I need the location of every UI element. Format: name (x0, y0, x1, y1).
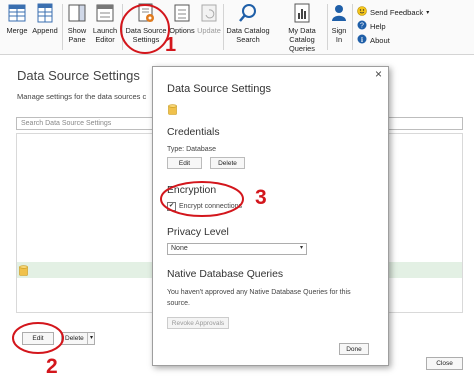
info-icon: i (357, 34, 367, 46)
native-queries-heading: Native Database Queries (167, 269, 284, 280)
revoke-approvals-button[interactable]: Revoke Approvals (167, 317, 229, 329)
native-queries-text-1: You haven't approved any Native Database… (167, 289, 351, 296)
privacy-level-heading: Privacy Level (167, 227, 229, 238)
annotation-circle-3 (160, 181, 244, 217)
chevron-down-icon[interactable]: ▾ (86, 333, 93, 344)
update-button[interactable]: Update (197, 2, 221, 35)
dialog-title: Data Source Settings (167, 83, 271, 95)
append-icon (35, 2, 55, 24)
close-icon[interactable]: × (375, 67, 382, 81)
annotation-number-3: 3 (255, 186, 267, 209)
delete-button[interactable]: Delete ▾ (61, 332, 95, 345)
ribbon-separator (352, 4, 353, 50)
svg-text:?: ? (360, 23, 364, 30)
database-icon (168, 103, 177, 121)
chevron-down-icon: ▾ (426, 9, 430, 16)
my-data-catalog-queries-label-2: Catalog Queries (289, 35, 315, 53)
credential-type-text: Type: Database (167, 146, 217, 153)
options-icon (173, 2, 191, 24)
about-button[interactable]: i About (357, 34, 390, 46)
help-label: Help (370, 21, 386, 31)
done-button[interactable]: Done (339, 343, 369, 355)
merge-label: Merge (6, 26, 28, 35)
send-feedback-button[interactable]: Send Feedback ▾ (357, 6, 429, 18)
merge-button[interactable]: Merge (5, 2, 29, 35)
about-label: About (370, 35, 390, 45)
delete-button-label: Delete (65, 335, 84, 342)
annotation-number-2: 2 (46, 355, 58, 378)
annotation-number-1: 1 (165, 34, 177, 56)
background-description: Manage settings for the data sources c (17, 92, 147, 101)
send-feedback-label: Send Feedback (370, 7, 424, 17)
update-icon (200, 2, 218, 24)
privacy-level-select[interactable]: None ▾ (167, 243, 307, 255)
launch-editor-button[interactable]: Launch Editor (91, 2, 119, 44)
background-page-title: Data Source Settings (17, 68, 140, 83)
credentials-edit-button[interactable]: Edit (167, 157, 202, 169)
ribbon-separator (327, 4, 328, 50)
database-icon (19, 264, 28, 282)
show-pane-label-2: Pane (68, 35, 86, 44)
native-queries-text-2: source. (167, 300, 190, 307)
chevron-down-icon: ▾ (299, 245, 303, 251)
append-button[interactable]: Append (31, 2, 59, 35)
help-button[interactable]: ? Help (357, 20, 386, 32)
sign-in-button[interactable]: Sign In (329, 2, 349, 44)
data-catalog-search-label-1: Data Catalog (226, 26, 270, 35)
update-label: Update (197, 26, 221, 35)
launch-editor-label-1: Launch (92, 26, 118, 35)
credentials-heading: Credentials (167, 127, 220, 138)
close-button[interactable]: Close (426, 357, 463, 370)
append-label: Append (32, 26, 58, 35)
credentials-delete-button[interactable]: Delete (210, 157, 245, 169)
ribbon-separator (62, 4, 63, 50)
privacy-level-value: None (171, 245, 188, 252)
show-pane-label-1: Show (67, 26, 87, 35)
data-catalog-search-label-2: Search (236, 35, 260, 44)
ribbon-separator (223, 4, 224, 50)
ribbon: Merge Append Show Pane Launch Editor Dat… (0, 0, 474, 55)
show-pane-button[interactable]: Show Pane (66, 2, 88, 44)
my-data-catalog-queries-label-1: My Data (288, 26, 316, 35)
data-catalog-search-button[interactable]: Data Catalog Search (226, 2, 270, 44)
merge-icon (7, 2, 27, 24)
catalog-queries-icon (292, 2, 312, 24)
show-pane-icon (68, 2, 86, 24)
search-icon (238, 2, 258, 24)
my-data-catalog-queries-button[interactable]: My Data Catalog Queries (276, 2, 328, 53)
sign-in-label-2: In (335, 35, 343, 44)
sign-in-label-1: Sign (331, 26, 347, 35)
launch-editor-icon (95, 2, 115, 24)
smiley-icon (357, 6, 367, 18)
annotation-circle-2 (12, 322, 64, 354)
launch-editor-label-2: Editor (95, 35, 115, 44)
user-icon (330, 2, 348, 24)
help-icon: ? (357, 20, 367, 32)
svg-text:i: i (361, 36, 363, 44)
